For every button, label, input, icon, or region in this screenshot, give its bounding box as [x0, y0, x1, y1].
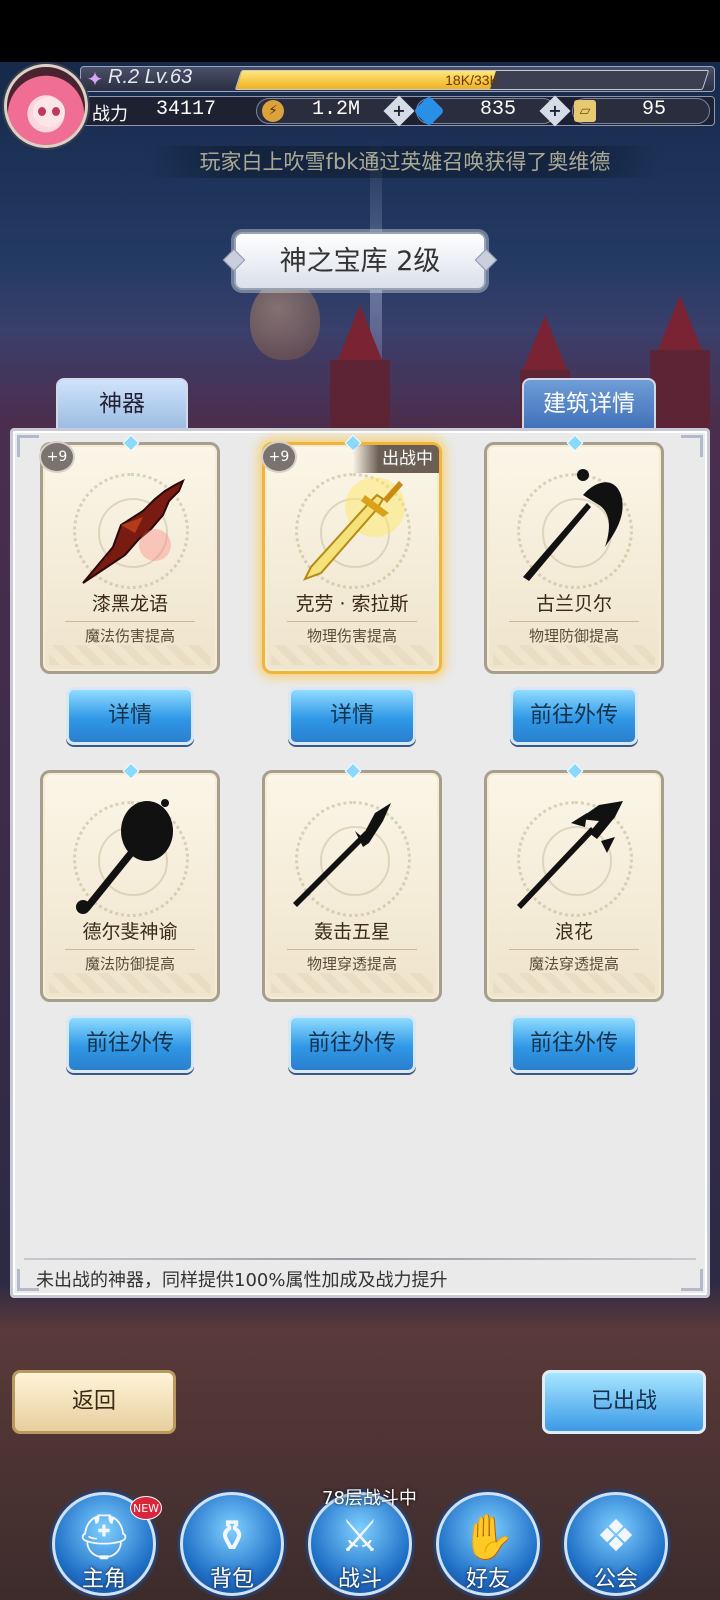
details-button[interactable]: 详情	[66, 687, 194, 745]
player-level: R.2 Lv.63	[108, 66, 193, 88]
footer-note: 未出战的神器，同样提供100%属性加成及战力提升	[36, 1270, 448, 1291]
ticket-value: 95	[641, 98, 666, 121]
golden-sword-icon	[302, 477, 405, 581]
artifact-card-3[interactable]: 古兰贝尔 物理防御提高	[484, 434, 664, 674]
player-avatar[interactable]	[4, 64, 88, 148]
page-title: 神之宝库 2级	[279, 246, 441, 277]
spear-silhouette-icon	[293, 803, 391, 907]
artifact-name: 漆黑龙语	[91, 593, 168, 615]
go-side-story-button[interactable]: 前往外传	[510, 687, 638, 745]
top-hud: ✦ R.2 Lv.63 18K/33K 战力 34117 ⚡ 1.2M + 83…	[0, 62, 720, 148]
artifact-card-1[interactable]: 漆黑龙语 魔法伤害提高 +9	[39, 434, 220, 674]
rank-crest-icon: ✦	[86, 67, 104, 91]
page-title-plate: 神之宝库 2级	[222, 232, 498, 290]
artifact-name: 德尔斐神谕	[82, 921, 178, 943]
gold-value: 1.2M	[311, 98, 360, 121]
exp-text: 18K/33K	[445, 72, 499, 88]
add-diamond-button[interactable]: +	[539, 95, 571, 127]
details-button[interactable]: 详情	[288, 687, 416, 745]
go-side-story-button[interactable]: 前往外传	[66, 1015, 194, 1073]
diamond-value: 835	[479, 98, 516, 121]
new-badge: NEW	[130, 1496, 162, 1520]
footer-divider	[24, 1258, 696, 1260]
in-battle-badge: 出战中	[353, 445, 439, 473]
power-label: 战力	[92, 104, 128, 125]
floor-battle-status: 78层战斗中	[322, 1488, 417, 1509]
artifact-name: 浪花	[554, 921, 593, 943]
enhance-badge: +9	[39, 441, 75, 473]
artifact-name: 克劳 · 索拉斯	[295, 593, 409, 615]
tab-artifact[interactable]: 神器	[56, 378, 188, 430]
announcement-marquee: 玩家白上吹雪fbk通过英雄召唤获得了奥维德	[150, 146, 660, 178]
ticket-icon: ▱	[574, 100, 596, 122]
artifact-desc: 魔法伤害提高	[84, 627, 175, 645]
artifact-card-5[interactable]: 轰击五星 物理穿透提高	[262, 762, 442, 1002]
power-value: 34117	[156, 98, 217, 121]
mace-silhouette-icon	[76, 799, 173, 914]
artifact-desc: 魔法穿透提高	[528, 955, 619, 973]
scythe-silhouette-icon	[523, 469, 623, 581]
add-gold-button[interactable]: +	[383, 95, 415, 127]
artifact-desc: 物理穿透提高	[306, 955, 397, 973]
dark-dagger-icon	[82, 478, 185, 584]
nav-friends[interactable]: ✋ 好友	[436, 1492, 540, 1596]
deployed-button[interactable]: 已出战	[542, 1370, 706, 1434]
back-button[interactable]: 返回	[12, 1370, 176, 1434]
artifact-desc: 魔法防御提高	[84, 955, 175, 973]
artifact-card-2[interactable]: 克劳 · 索拉斯 物理伤害提高 +9 出战中	[261, 434, 442, 674]
artifact-card-6[interactable]: 浪花 魔法穿透提高	[484, 762, 664, 1002]
artifact-name: 轰击五星	[313, 921, 390, 943]
handshake-icon: ✋	[460, 1512, 516, 1563]
backpack-icon: ⚱	[213, 1511, 251, 1562]
artifact-card-4[interactable]: 德尔斐神谕 魔法防御提高	[40, 762, 220, 1002]
artifact-desc: 物理防御提高	[528, 627, 619, 645]
nav-backpack[interactable]: ⚱ 背包	[180, 1492, 284, 1596]
artifact-name: 古兰贝尔	[535, 593, 612, 615]
enhance-badge: +9	[261, 441, 297, 473]
crossed-swords-icon: ⚔	[340, 1511, 380, 1562]
halberd-silhouette-icon	[517, 801, 623, 909]
go-side-story-button[interactable]: 前往外传	[288, 1015, 416, 1073]
gold-coin-icon: ⚡	[262, 100, 284, 122]
tab-building-details[interactable]: 建筑详情	[522, 378, 656, 430]
nav-guild[interactable]: ❖ 公会	[564, 1492, 668, 1596]
go-side-story-button[interactable]: 前往外传	[510, 1015, 638, 1073]
artifact-desc: 物理伤害提高	[306, 627, 397, 645]
guild-crest-icon: ❖	[596, 1511, 636, 1562]
